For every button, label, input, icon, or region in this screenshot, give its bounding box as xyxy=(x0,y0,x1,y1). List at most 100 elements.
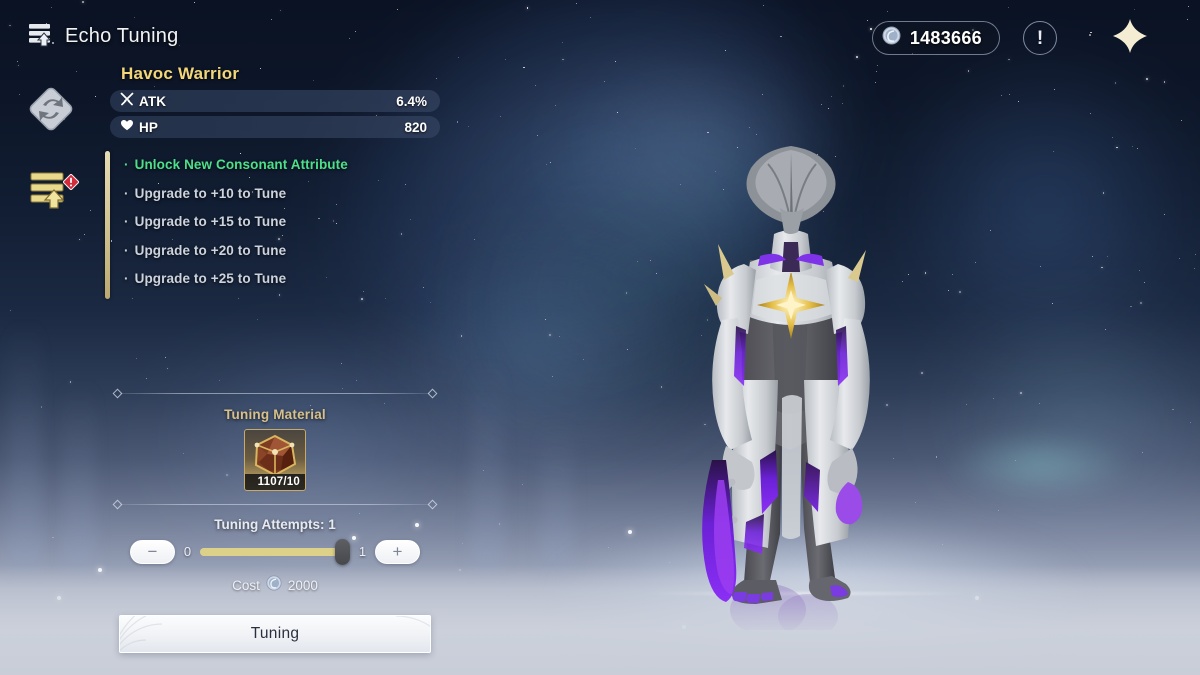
attempts-slider[interactable] xyxy=(200,538,350,565)
stat-row: HP 820 xyxy=(110,116,440,138)
star xyxy=(821,103,822,105)
divider-line xyxy=(120,393,430,394)
shell-credit-icon xyxy=(266,574,282,596)
star xyxy=(52,536,54,538)
stat-value: 820 xyxy=(404,119,427,135)
star xyxy=(1136,147,1138,150)
left-nav-rail xyxy=(22,82,88,242)
sidebar-item-echo-enhance[interactable] xyxy=(22,82,80,140)
close-star-icon xyxy=(1110,16,1150,61)
top-bar: Echo Tuning 1483666 ! xyxy=(0,0,1200,72)
hp-heart-icon xyxy=(120,118,134,137)
scrollbar-thumb[interactable] xyxy=(105,151,110,299)
star xyxy=(498,523,501,525)
material-count: 1107/10 xyxy=(245,473,305,490)
slider-fill xyxy=(200,547,340,556)
slider-min-label: 0 xyxy=(183,544,192,559)
background-pillar xyxy=(62,380,96,570)
star xyxy=(460,335,463,337)
star xyxy=(997,509,999,511)
star xyxy=(951,273,953,275)
stat-row: ATK 6.4% xyxy=(110,90,440,112)
star xyxy=(1138,269,1140,271)
divider xyxy=(112,388,438,399)
tuning-button[interactable]: Tuning xyxy=(119,614,431,653)
echo-character-model xyxy=(640,130,940,638)
currency-amount: 1483666 xyxy=(909,27,982,48)
attempts-stepper: − 0 1 + xyxy=(110,538,440,565)
star xyxy=(1051,303,1053,304)
star xyxy=(1131,145,1133,147)
tuning-panel: Havoc Warrior ATK 6.4% HP 820 · Unlock N… xyxy=(105,64,440,653)
slider-max-label: 1 xyxy=(358,544,367,559)
star xyxy=(548,334,551,336)
echo-name: Havoc Warrior xyxy=(121,64,240,83)
star xyxy=(1116,146,1118,149)
divider-line xyxy=(120,504,430,505)
divider xyxy=(112,499,438,510)
star xyxy=(604,80,605,82)
star xyxy=(989,229,991,231)
shell-credit-icon xyxy=(882,26,901,50)
star xyxy=(1189,421,1191,423)
star xyxy=(827,107,829,109)
star xyxy=(456,121,458,123)
star xyxy=(482,469,484,471)
stat-label: HP xyxy=(139,119,158,135)
tuning-list-icon xyxy=(25,163,77,220)
teal-wisp xyxy=(945,430,1135,500)
star xyxy=(552,375,553,377)
star xyxy=(1112,136,1114,138)
increment-button[interactable]: + xyxy=(375,539,420,564)
star xyxy=(1164,214,1165,215)
cost-label: Cost xyxy=(232,577,260,593)
bullet-icon: · xyxy=(124,185,129,201)
star xyxy=(831,95,832,96)
decrement-button[interactable]: − xyxy=(130,539,175,564)
star xyxy=(1194,253,1196,255)
star xyxy=(1179,258,1180,259)
bullet-icon: · xyxy=(124,214,129,229)
star xyxy=(534,84,536,86)
tuning-material-slot[interactable]: 1107/10 xyxy=(244,428,306,491)
slider-knob[interactable] xyxy=(335,538,350,565)
list-item-label: Upgrade to +10 to Tune xyxy=(134,185,287,201)
star xyxy=(974,261,976,263)
star xyxy=(1102,192,1104,194)
star xyxy=(1090,113,1091,114)
list-item-label: Upgrade to +20 to Tune xyxy=(134,242,287,258)
alert-badge-icon xyxy=(62,173,80,191)
background-pillar xyxy=(470,360,504,570)
star xyxy=(1141,451,1143,453)
stat-value: 6.4% xyxy=(396,93,427,109)
list-item: · Upgrade to +20 to Tune xyxy=(124,237,440,266)
star xyxy=(947,290,949,291)
star xyxy=(1130,305,1132,307)
sidebar-item-echo-tuning[interactable] xyxy=(22,162,80,220)
minus-icon: − xyxy=(147,542,158,561)
list-item-label: Upgrade to +15 to Tune xyxy=(134,214,287,229)
bullet-icon: · xyxy=(124,242,129,258)
star xyxy=(1020,392,1022,394)
echo-tuning-icon xyxy=(26,20,54,53)
info-button[interactable]: ! xyxy=(1023,21,1057,55)
star xyxy=(1001,95,1002,96)
echo-recycle-icon xyxy=(25,83,77,140)
star xyxy=(992,397,994,399)
star xyxy=(94,96,96,97)
bullet-icon: · xyxy=(124,271,129,286)
list-item-label: Unlock New Consonant Attribute xyxy=(134,157,348,172)
plus-icon: + xyxy=(392,542,403,561)
section-title-tuning-material: Tuning Material xyxy=(224,406,326,422)
star xyxy=(545,318,546,320)
star xyxy=(1039,402,1040,404)
close-button[interactable] xyxy=(1108,16,1152,60)
star xyxy=(468,125,469,127)
cost-row: Cost 2000 xyxy=(110,574,440,596)
upgrade-list: · Unlock New Consonant Attribute · Upgrade… xyxy=(105,151,440,299)
decor-swirl-icon xyxy=(350,615,430,652)
bullet-icon: · xyxy=(124,157,129,172)
list-item: · Upgrade to +15 to Tune xyxy=(124,208,440,237)
star xyxy=(549,161,551,163)
diamond-icon xyxy=(427,499,438,509)
